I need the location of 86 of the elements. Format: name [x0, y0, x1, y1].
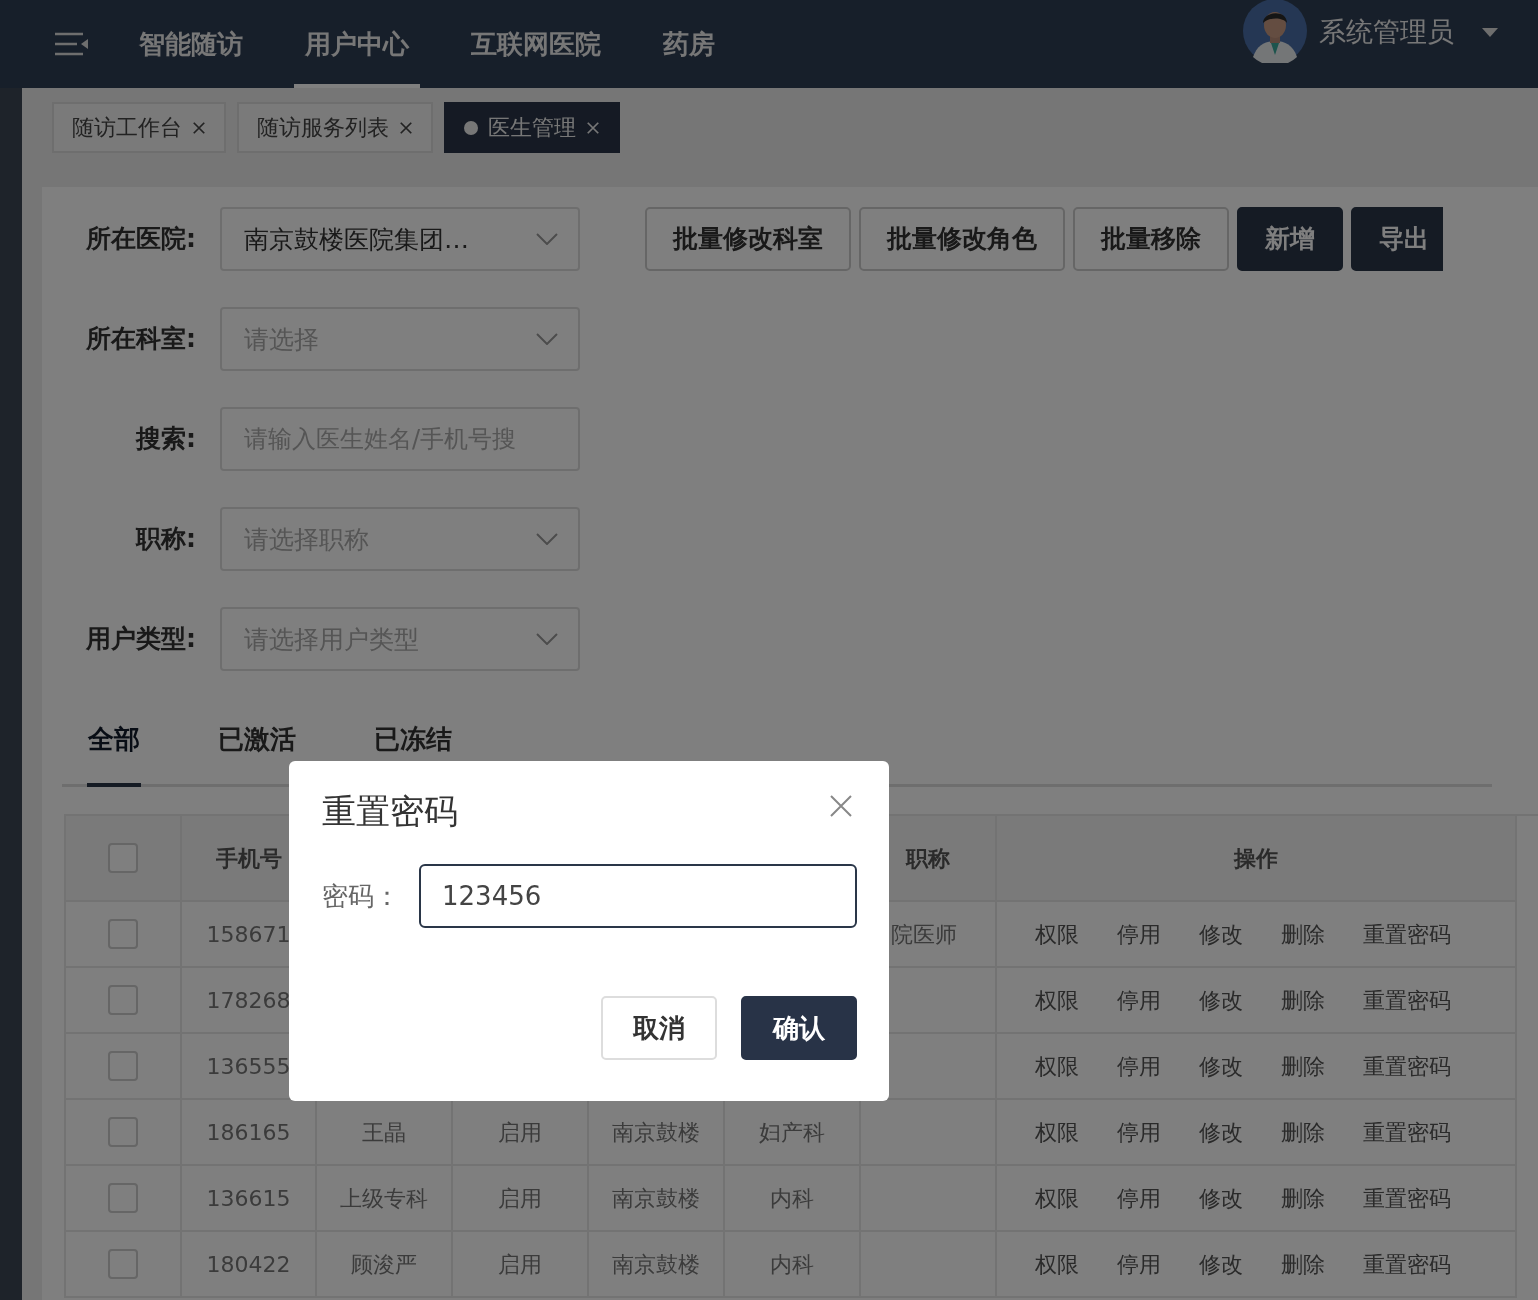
table-cell: 内科 [725, 1232, 861, 1298]
action-link[interactable]: 修改 [1199, 983, 1243, 1017]
page-tab[interactable]: 随访工作台 [52, 102, 226, 153]
password-field[interactable]: 123456 [419, 864, 857, 929]
action-link[interactable]: 重置密码 [1363, 917, 1451, 951]
chevron-down-icon [536, 633, 558, 645]
page-tab[interactable]: 医生管理 [444, 102, 620, 153]
chevron-down-icon [536, 533, 558, 545]
action-link[interactable]: 停用 [1117, 1115, 1161, 1149]
action-link[interactable]: 删除 [1281, 1049, 1325, 1083]
checkbox[interactable] [108, 985, 138, 1015]
action-link[interactable]: 修改 [1199, 917, 1243, 951]
confirm-button[interactable]: 确认 [741, 996, 857, 1061]
action-link[interactable]: 重置密码 [1363, 1049, 1451, 1083]
table-cell: 启用 [453, 1166, 589, 1232]
table-cell: 上级专科 [317, 1166, 453, 1232]
action-link[interactable]: 修改 [1199, 1247, 1243, 1281]
action-link[interactable]: 删除 [1281, 1181, 1325, 1215]
checkbox[interactable] [108, 1117, 138, 1147]
nav-menu-item[interactable]: 互联网医院 [460, 0, 612, 88]
table-cell: 136615 [182, 1166, 317, 1232]
checkbox[interactable] [108, 1183, 138, 1213]
action-link[interactable]: 权限 [1035, 1181, 1079, 1215]
action-link[interactable]: 删除 [1281, 917, 1325, 951]
chevron-down-icon [536, 233, 558, 245]
cancel-button[interactable]: 取消 [601, 996, 717, 1061]
filter-label: 用户类型: [85, 623, 197, 656]
action-link[interactable]: 删除 [1281, 1247, 1325, 1281]
dot-icon [464, 120, 478, 135]
table-cell: 顾浚严 [317, 1232, 453, 1298]
action-link[interactable]: 权限 [1035, 1247, 1079, 1281]
caret-icon[interactable] [1482, 27, 1498, 37]
toolbar-button[interactable]: 新增 [1237, 207, 1343, 271]
action-link[interactable]: 权限 [1035, 1049, 1079, 1083]
select-field[interactable]: 南京鼓楼医院集团… [220, 207, 580, 271]
chevron-down-icon [536, 333, 558, 345]
action-link[interactable]: 停用 [1117, 1049, 1161, 1083]
filter-label: 职称: [134, 523, 197, 556]
action-link[interactable]: 修改 [1199, 1181, 1243, 1215]
action-link[interactable]: 权限 [1035, 1115, 1079, 1149]
nav-menu-item[interactable]: 药房 [652, 0, 726, 88]
action-link[interactable]: 停用 [1117, 917, 1161, 951]
action-link[interactable]: 修改 [1199, 1115, 1243, 1149]
table-cell: 南京鼓楼 [589, 1232, 725, 1298]
filter-label: 所在科室: [85, 323, 197, 356]
column-header: 操作 [997, 816, 1517, 902]
toolbar-button[interactable]: 批量修改角色 [859, 207, 1065, 271]
table-cell: 内科 [725, 1166, 861, 1232]
toolbar-button[interactable]: 批量修改科室 [645, 207, 851, 271]
checkbox[interactable] [108, 919, 138, 949]
nav-menu-item[interactable]: 用户中心 [294, 0, 420, 88]
filter-label: 所在医院: [85, 223, 197, 256]
action-link[interactable]: 删除 [1281, 983, 1325, 1017]
action-link[interactable]: 修改 [1199, 1049, 1243, 1083]
action-link[interactable]: 重置密码 [1363, 1115, 1451, 1149]
avatar-icon [1243, 0, 1307, 63]
table-cell: 启用 [453, 1232, 589, 1298]
checkbox[interactable] [108, 1249, 138, 1279]
toolbar-button[interactable]: 批量移除 [1073, 207, 1229, 271]
checkbox[interactable] [108, 843, 138, 873]
close-icon[interactable] [399, 120, 413, 135]
action-link[interactable]: 停用 [1117, 983, 1161, 1017]
page-tab[interactable]: 随访服务列表 [237, 102, 433, 153]
action-link[interactable]: 重置密码 [1363, 983, 1451, 1017]
action-link[interactable]: 删除 [1281, 1115, 1325, 1149]
action-link[interactable]: 重置密码 [1363, 1181, 1451, 1215]
action-link[interactable]: 停用 [1117, 1181, 1161, 1215]
status-tab[interactable]: 全部 [87, 723, 141, 787]
dialog-title: 重置密码 [322, 793, 458, 831]
close-icon[interactable] [830, 795, 852, 817]
close-icon[interactable] [192, 120, 206, 135]
field-label: 密码： [322, 879, 401, 913]
menu-icon[interactable] [55, 32, 88, 56]
action-link[interactable]: 权限 [1035, 917, 1079, 951]
checkbox[interactable] [108, 1051, 138, 1081]
action-link[interactable]: 停用 [1117, 1247, 1161, 1281]
status-tab[interactable]: 已激活 [217, 723, 297, 787]
filter-label: 搜索: [134, 423, 197, 456]
user-name[interactable]: 系统管理员 [1319, 11, 1454, 53]
nav-menu-item[interactable]: 智能随访 [128, 0, 254, 88]
toolbar-button[interactable]: 导出 [1351, 207, 1443, 271]
table-cell: 180422 [182, 1232, 317, 1298]
action-link[interactable]: 权限 [1035, 983, 1079, 1017]
status-tab[interactable]: 已冻结 [373, 723, 453, 787]
table-cell: 南京鼓楼 [589, 1166, 725, 1232]
action-link[interactable]: 重置密码 [1363, 1247, 1451, 1281]
